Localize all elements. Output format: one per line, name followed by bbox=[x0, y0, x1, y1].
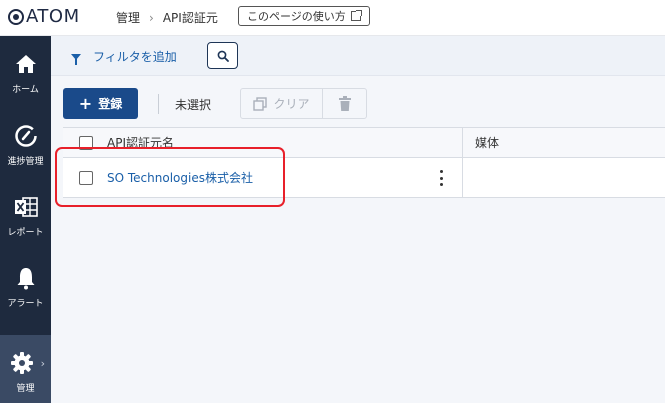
clear-label: クリア bbox=[273, 97, 310, 111]
register-label: 登録 bbox=[98, 97, 123, 111]
table-cell-name: SO Technologies株式会社 bbox=[63, 158, 463, 197]
sidebar-item-label: 管理 bbox=[16, 384, 35, 394]
search-button[interactable] bbox=[207, 42, 238, 69]
select-all-checkbox[interactable] bbox=[79, 135, 93, 150]
add-filter-label: フィルタを追加 bbox=[93, 50, 177, 64]
delete-button[interactable] bbox=[323, 89, 366, 118]
sidebar-item-manage[interactable]: › 管理 bbox=[0, 335, 51, 403]
column-header-name: API認証元名 bbox=[63, 128, 463, 157]
sidebar-item-home[interactable]: ホーム bbox=[0, 36, 51, 104]
sidebar: ホーム 進捗管理 レポート アラート › 管理 bbox=[0, 36, 51, 403]
help-button[interactable]: このページの使い方 bbox=[238, 6, 370, 26]
filter-bar: フィルタを追加 bbox=[51, 36, 665, 76]
excel-icon bbox=[14, 195, 38, 219]
table-row: SO Technologies株式会社 bbox=[63, 158, 665, 198]
breadcrumb-item-current: API認証元 bbox=[162, 11, 218, 25]
chevron-right-icon: › bbox=[149, 10, 154, 25]
data-table: API認証元名 媒体 SO Technologies株式会社 bbox=[63, 127, 665, 198]
sidebar-item-report[interactable]: レポート bbox=[0, 179, 51, 247]
bulk-action-group: クリア bbox=[240, 88, 367, 119]
filter-icon bbox=[71, 53, 81, 65]
external-link-icon bbox=[350, 10, 362, 21]
selection-status: 未選択 bbox=[175, 98, 212, 112]
toolbar-divider bbox=[158, 94, 159, 114]
app-root: ATOM 管理 › API認証元 このページの使い方 ホーム 進捗管理 レポート… bbox=[0, 0, 665, 403]
table-header: API認証元名 媒体 bbox=[63, 128, 665, 158]
plus-icon: + bbox=[78, 93, 93, 113]
bell-icon bbox=[16, 266, 36, 290]
column-header-media: 媒体 bbox=[463, 128, 665, 157]
home-icon bbox=[15, 52, 37, 76]
sidebar-item-progress[interactable]: 進捗管理 bbox=[0, 108, 51, 176]
sidebar-item-label: アラート bbox=[7, 299, 44, 309]
logo-mark-icon bbox=[8, 8, 24, 25]
logo-text: ATOM bbox=[26, 6, 80, 27]
row-checkbox[interactable] bbox=[79, 170, 93, 185]
more-actions-icon[interactable] bbox=[440, 170, 444, 186]
trash-icon bbox=[338, 95, 351, 111]
search-icon bbox=[217, 50, 229, 62]
main-content: フィルタを追加 + 登録 未選択 クリア API認証元名 媒体 SO Techn… bbox=[51, 36, 665, 403]
chevron-right-icon: › bbox=[40, 357, 45, 370]
help-button-label: このページの使い方 bbox=[247, 10, 346, 23]
register-button[interactable]: + 登録 bbox=[63, 88, 138, 119]
table-cell-media bbox=[463, 158, 665, 197]
add-filter-button[interactable]: フィルタを追加 bbox=[71, 48, 177, 65]
copy-icon bbox=[253, 96, 268, 111]
top-header: ATOM 管理 › API認証元 このページの使い方 bbox=[0, 0, 665, 36]
toolbar: + 登録 未選択 クリア bbox=[51, 86, 665, 122]
sidebar-item-label: 進捗管理 bbox=[7, 157, 44, 167]
breadcrumb: 管理 › API認証元 bbox=[116, 9, 218, 26]
column-header-label: API認証元名 bbox=[107, 136, 174, 150]
sidebar-item-label: ホーム bbox=[12, 85, 39, 95]
gear-icon bbox=[10, 351, 34, 375]
sidebar-item-label: レポート bbox=[7, 228, 44, 238]
column-header-label: 媒体 bbox=[475, 136, 500, 150]
row-name-link[interactable]: SO Technologies株式会社 bbox=[107, 169, 253, 186]
gauge-icon bbox=[14, 124, 38, 148]
breadcrumb-item-manage[interactable]: 管理 bbox=[116, 9, 140, 26]
sidebar-item-alert[interactable]: アラート bbox=[0, 250, 51, 318]
logo[interactable]: ATOM bbox=[8, 6, 80, 27]
clear-button[interactable]: クリア bbox=[241, 89, 323, 118]
